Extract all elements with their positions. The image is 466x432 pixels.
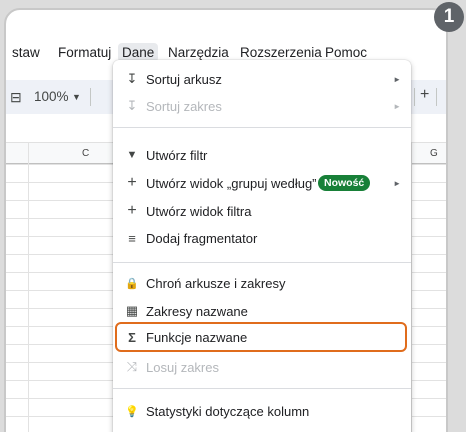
menu-item-create-filter[interactable]: ▼ Utwórz filtr — [113, 142, 411, 168]
menu-divider — [113, 127, 411, 128]
menu-insert[interactable]: staw — [12, 45, 40, 60]
highlight-outline — [115, 322, 407, 352]
zoom-select[interactable]: 100% — [34, 89, 69, 104]
sort-icon: ↧ — [126, 71, 138, 86]
menu-item-label: Utwórz widok „grupuj według” — [146, 175, 317, 191]
chevron-down-icon[interactable]: ▼ — [72, 92, 81, 102]
plus-icon: + — [127, 202, 137, 219]
menu-item-label: Zakresy nazwane — [146, 303, 248, 319]
submenu-arrow-icon: ► — [393, 74, 401, 84]
menu-divider — [113, 388, 411, 389]
menu-item-label: Dodaj fragmentator — [146, 230, 258, 246]
grid-column-line — [28, 142, 29, 432]
menu-item-label: Utwórz widok filtra — [146, 203, 252, 219]
data-menu-dropdown: ↧ Sortuj arkusz ► ↧ Sortuj zakres ► ▼ Ut… — [113, 60, 411, 432]
menu-item-named-ranges[interactable]: ▦ Zakresy nazwane — [113, 298, 411, 324]
toolbar-divider — [90, 88, 91, 106]
print-icon[interactable]: ⊟ — [10, 89, 22, 106]
slicer-icon: ≡ — [128, 230, 136, 246]
step-number-badge: 1 — [434, 2, 464, 32]
shuffle-icon: ⤨ — [126, 359, 138, 374]
menu-item-group-by-view[interactable]: + Utwórz widok „grupuj według” Nowość ► — [113, 170, 411, 196]
menu-divider — [113, 262, 411, 263]
menu-item-column-stats[interactable]: 💡 Statystyki dotyczące kolumn — [113, 398, 411, 424]
menu-item-label: Chroń arkusze i zakresy — [146, 275, 286, 291]
sort-icon: ↧ — [126, 98, 138, 113]
submenu-arrow-icon: ► — [393, 101, 401, 111]
filter-icon: ▼ — [126, 149, 138, 161]
menu-item-label: Utwórz filtr — [146, 147, 208, 163]
menu-item-label: Losuj zakres — [146, 359, 219, 375]
column-header-g[interactable]: G — [430, 148, 438, 159]
new-badge: Nowość — [318, 175, 371, 191]
menu-item-sort-sheet[interactable]: ↧ Sortuj arkusz ► — [113, 66, 411, 92]
menu-item-protect-sheets[interactable]: 🔒 Chroń arkusze i zakresy — [113, 270, 411, 296]
menu-item-filter-view[interactable]: + Utwórz widok filtra — [113, 198, 411, 224]
menu-tools[interactable]: Narzędzia — [168, 45, 229, 60]
menu-item-label: Sortuj zakres — [146, 98, 222, 114]
menu-item-label: Sortuj arkusz — [146, 71, 222, 87]
increase-font-button[interactable]: + — [420, 86, 429, 104]
submenu-arrow-icon: ► — [393, 178, 401, 188]
menu-format[interactable]: Formatuj — [58, 45, 111, 60]
menu-item-label: Statystyki dotyczące kolumn — [146, 403, 310, 419]
toolbar-divider — [414, 88, 415, 106]
table-icon: ▦ — [125, 303, 139, 318]
menu-item-add-slicer[interactable]: ≡ Dodaj fragmentator — [113, 225, 411, 251]
menu-extensions[interactable]: Rozszerzenia — [240, 45, 322, 60]
column-header-c[interactable]: C — [82, 148, 89, 159]
plus-icon: + — [127, 174, 137, 191]
lightbulb-icon: 💡 — [125, 405, 139, 418]
grid-column-line — [411, 142, 412, 432]
menu-item-randomize-range: ⤨ Losuj zakres — [113, 354, 411, 380]
menu-item-sort-range: ↧ Sortuj zakres ► — [113, 93, 411, 119]
menu-help[interactable]: Pomoc — [325, 45, 367, 60]
toolbar-divider — [436, 88, 437, 106]
lock-icon: 🔒 — [125, 277, 139, 290]
